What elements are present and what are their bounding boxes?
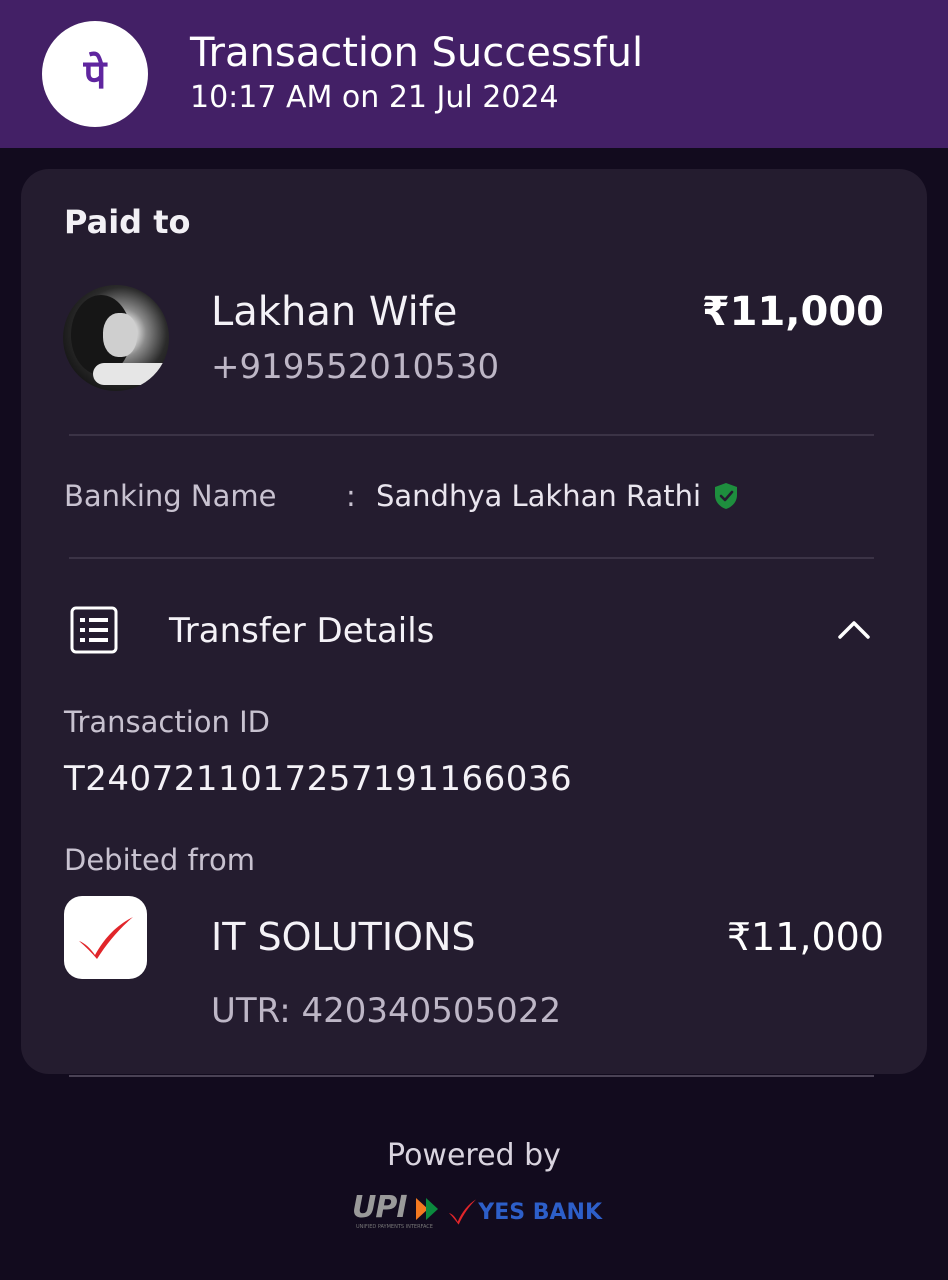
debited-from-label: Debited from: [64, 843, 255, 877]
svg-text:पे: पे: [83, 51, 108, 98]
shield-check-icon: [715, 483, 738, 509]
upi-logo: UPI UNIFIED PAYMENTS INTERFACE: [352, 1190, 441, 1234]
header-bar: पे Transaction Successful 10:17 AM on 21…: [0, 0, 948, 148]
upi-logo-text: UPI: [352, 1190, 408, 1225]
bank-logo: [64, 896, 147, 979]
transaction-card: Paid to Lakhan Wife +919552010530 ₹11,00…: [21, 169, 927, 1074]
chevron-up-icon[interactable]: [836, 615, 872, 643]
payee-avatar: [63, 285, 169, 391]
banking-name-separator: :: [346, 479, 356, 513]
banking-name-label: Banking Name: [64, 479, 277, 513]
upi-logo-subtext: UNIFIED PAYMENTS INTERFACE: [356, 1224, 433, 1230]
partner-logos: UPI UNIFIED PAYMENTS INTERFACE YES BANK: [352, 1190, 602, 1234]
divider: [69, 1075, 874, 1077]
yes-bank-check-icon: [78, 916, 133, 959]
transaction-id-label: Transaction ID: [64, 705, 271, 739]
utr-number: UTR: 420340505022: [211, 991, 562, 1031]
phonepe-logo-icon: पे: [83, 51, 108, 98]
payee-name: Lakhan Wife: [211, 289, 458, 335]
transfer-details-title[interactable]: Transfer Details: [169, 611, 434, 651]
phonepe-logo: पे: [42, 21, 148, 127]
debit-account-name: IT SOLUTIONS: [211, 915, 476, 959]
divider: [69, 434, 874, 436]
paid-to-label: Paid to: [64, 203, 191, 241]
paid-amount: ₹11,000: [701, 289, 884, 335]
transaction-status-title: Transaction Successful: [190, 30, 644, 76]
transaction-id-value: T2407211017257191166036: [64, 759, 573, 799]
divider: [69, 557, 874, 559]
powered-by-label: Powered by: [387, 1138, 561, 1173]
payee-phone: +919552010530: [211, 347, 500, 387]
banking-name-value-row: Sandhya Lakhan Rathi: [376, 479, 739, 513]
yes-bank-tick-icon: [449, 1199, 477, 1225]
upi-arrow-icon: [416, 1198, 438, 1220]
debit-amount: ₹11,000: [726, 915, 884, 959]
transaction-timestamp: 10:17 AM on 21 Jul 2024: [190, 80, 559, 115]
banking-name-value: Sandhya Lakhan Rathi: [376, 479, 702, 513]
yes-bank-logo-text: YES BANK: [478, 1199, 602, 1225]
list-document-icon: [70, 606, 118, 654]
